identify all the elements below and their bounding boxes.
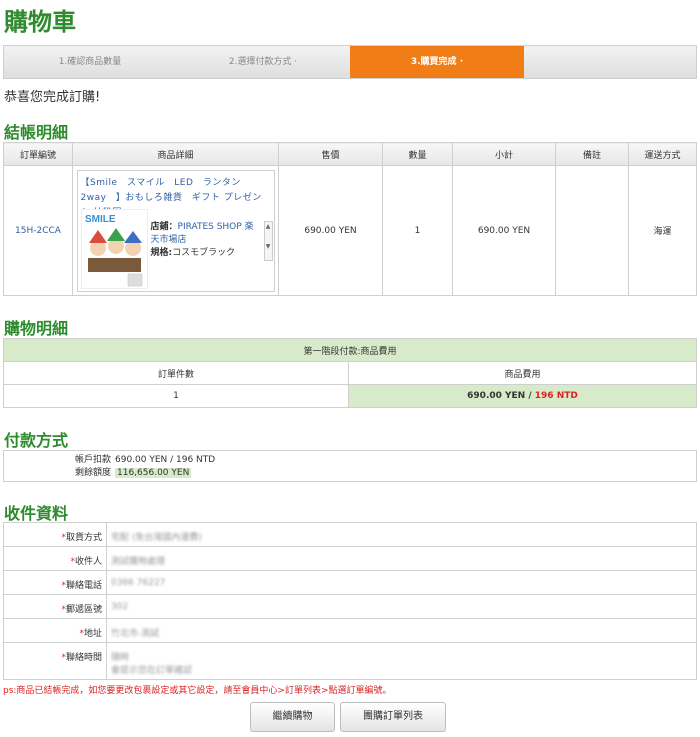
table-row: 15H-2CCA 【Smile スマイル LED ランタン 2way 】おもしろ… <box>3 165 697 296</box>
address-value: 竹北市-測試 <box>106 618 697 643</box>
address-text: 竹北市-測試 <box>111 629 160 639</box>
pickup-label: 取貨方式 <box>65 533 102 543</box>
table-row: *郵遞區號 302 <box>3 594 697 619</box>
section-title-checkout: 結帳明細 <box>4 123 69 142</box>
col-product-fee: 商品費用 <box>348 361 697 385</box>
phone-value: 0366 76227 <box>106 570 697 595</box>
fee-separator: / <box>525 391 535 401</box>
col-product-detail: 商品詳細 <box>72 142 279 166</box>
order-table: 訂單編號 商品詳細 售價 數量 小計 備註 運送方式 15H-2CCA 【Smi… <box>3 142 697 296</box>
product-image[interactable]: SMILE <box>80 208 148 289</box>
stage-header: 第一階段付款:商品費用 <box>3 338 697 362</box>
section-title-payment: 付款方式 <box>4 431 69 450</box>
col-remark: 備註 <box>555 142 629 166</box>
product-detail-box: 【Smile スマイル LED ランタン 2way 】おもしろ雑貨 ギフト プレ… <box>76 169 275 292</box>
col-price: 售價 <box>278 142 383 166</box>
balance-value: 116,656.00 YEN <box>115 468 192 478</box>
pickup-value: 宅配 (免台灣國內運費) <box>106 522 697 547</box>
contact-time-value: 隨時會提示您在訂單確認 <box>106 642 697 680</box>
phone-text: 0366 76227 <box>111 578 166 588</box>
recipient-label: 收件人 <box>74 557 102 567</box>
table-row: *聯絡時間 隨時會提示您在訂單確認 <box>3 642 697 680</box>
col-order-count: 訂單件數 <box>3 361 349 385</box>
balance-label: 剩餘額度 <box>74 468 111 478</box>
product-scrollbar[interactable]: ▲ ▼ <box>263 220 273 261</box>
receiver-label: *取貨方式 <box>3 522 107 547</box>
order-count-value: 1 <box>3 384 349 408</box>
price-cell: 690.00 YEN <box>278 165 383 296</box>
spec-label: 規格: <box>150 247 173 258</box>
pickup-text: 宅配 (免台灣國內運費) <box>111 533 202 543</box>
address-label: 地址 <box>83 629 102 639</box>
zip-text: 302 <box>111 602 129 612</box>
col-order-no: 訂單編號 <box>3 142 73 166</box>
congrats-message: 恭喜您完成訂購! <box>4 90 101 105</box>
deduct-value: 690.00 YEN / 196 NTD <box>115 455 216 465</box>
scroll-down-icon[interactable]: ▼ <box>266 243 271 250</box>
receiver-label: *收件人 <box>3 546 107 571</box>
phone-label: 聯絡電話 <box>65 581 102 591</box>
step-confirm-qty: 1.確認商品數量 <box>58 57 122 67</box>
zip-value: 302 <box>106 594 697 619</box>
contact-time-note: 會提示您在訂單確認 <box>111 666 193 676</box>
table-row: *聯絡電話 0366 76227 <box>3 570 697 595</box>
fee-ntd: 196 NTD <box>534 391 578 401</box>
contact-time-label: 聯絡時間 <box>65 653 102 663</box>
receiver-label: *郵遞區號 <box>3 594 107 619</box>
deduct-label: 帳戶扣款 <box>74 455 111 465</box>
step-spacer <box>524 46 696 78</box>
order-number-link[interactable]: 15H-2CCA <box>3 165 73 296</box>
balance-row: 剩餘額度 116,656.00 YEN <box>71 467 192 480</box>
product-fee-value: 690.00 YEN / 196 NTD <box>348 384 697 408</box>
table-row: *取貨方式 宅配 (免台灣國內運費) <box>3 522 697 547</box>
qty-cell: 1 <box>382 165 453 296</box>
recipient-value: 測試購物處理 <box>106 546 697 571</box>
table-row: *地址 竹北市-測試 <box>3 618 697 643</box>
checkout-steps: 1.確認商品數量 2.選擇付款方式 · 3.購買完成 · <box>3 45 697 79</box>
section-title-cart: 購物明細 <box>4 319 69 338</box>
payment-box: 帳戶扣款 690.00 YEN / 196 NTD 剩餘額度 116,656.00 … <box>3 450 697 482</box>
spec-value: コスモブラック <box>172 247 236 258</box>
group-order-list-button[interactable]: 團購訂單列表 <box>340 702 446 732</box>
recipient-text: 測試購物處理 <box>111 557 166 567</box>
completion-note: ps:商品已結帳完成，如您要更改包裹設定或其它設定，請至會員中心>訂單列表>點選… <box>3 686 392 696</box>
fee-yen: 690.00 YEN <box>467 391 526 401</box>
step-payment-method: 2.選擇付款方式 · <box>228 57 298 67</box>
product-info: 店鋪：PIRATES SHOP 楽天市場店 規格:コスモブラック <box>151 221 263 260</box>
receiver-label: *地址 <box>3 618 107 643</box>
product-detail-cell: 【Smile スマイル LED ランタン 2way 】おもしろ雑貨 ギフト プレ… <box>72 165 279 296</box>
table-row: *收件人 測試購物處理 <box>3 546 697 571</box>
receiver-label: *聯絡時間 <box>3 642 107 680</box>
product-image-text: SMILE <box>85 214 116 225</box>
contact-time-text: 隨時 <box>111 653 130 663</box>
table-row: 1 690.00 YEN / 196 NTD <box>3 384 697 408</box>
page-title: 購物車 <box>4 8 76 36</box>
remark-cell <box>555 165 629 296</box>
deduct-row: 帳戶扣款 690.00 YEN / 196 NTD <box>71 454 215 467</box>
receiver-label: *聯絡電話 <box>3 570 107 595</box>
col-subtotal: 小計 <box>452 142 556 166</box>
scroll-up-icon[interactable]: ▲ <box>266 223 271 230</box>
shipping-cell: 海運 <box>628 165 697 296</box>
receiver-table: *取貨方式 宅配 (免台灣國內運費) *收件人 測試購物處理 *聯絡電話 036… <box>3 522 697 680</box>
step-complete: 3.購買完成 · <box>350 46 524 78</box>
shop-label: 店鋪： <box>150 221 178 232</box>
cart-table: 第一階段付款:商品費用 訂單件數 商品費用 1 690.00 YEN / 196… <box>3 338 697 408</box>
zip-label: 郵遞區號 <box>65 605 102 615</box>
section-title-receiver: 收件資料 <box>4 504 69 523</box>
col-qty: 數量 <box>382 142 453 166</box>
continue-shopping-button[interactable]: 繼續購物 <box>250 702 335 732</box>
col-shipping: 運送方式 <box>628 142 697 166</box>
subtotal-cell: 690.00 YEN <box>452 165 556 296</box>
